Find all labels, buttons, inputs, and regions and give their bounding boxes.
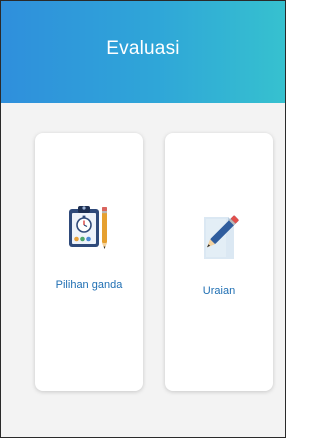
uraian-label: Uraian [202, 285, 236, 297]
app-header: Evaluasi [1, 1, 285, 103]
pilihan-ganda-label: Pilihan ganda [55, 279, 123, 291]
pilihan-ganda-card[interactable]: Pilihan ganda [35, 133, 143, 391]
uraian-card[interactable]: Uraian [165, 133, 273, 391]
page-title: Evaluasi [106, 38, 180, 59]
menu-content: Pilihan ganda Uraian [1, 103, 285, 437]
app-screen: Evaluasi Pilihan ganda Uraian [0, 0, 286, 438]
clipboard-quiz-icon [67, 203, 111, 272]
paper-pencil-icon [198, 207, 240, 268]
